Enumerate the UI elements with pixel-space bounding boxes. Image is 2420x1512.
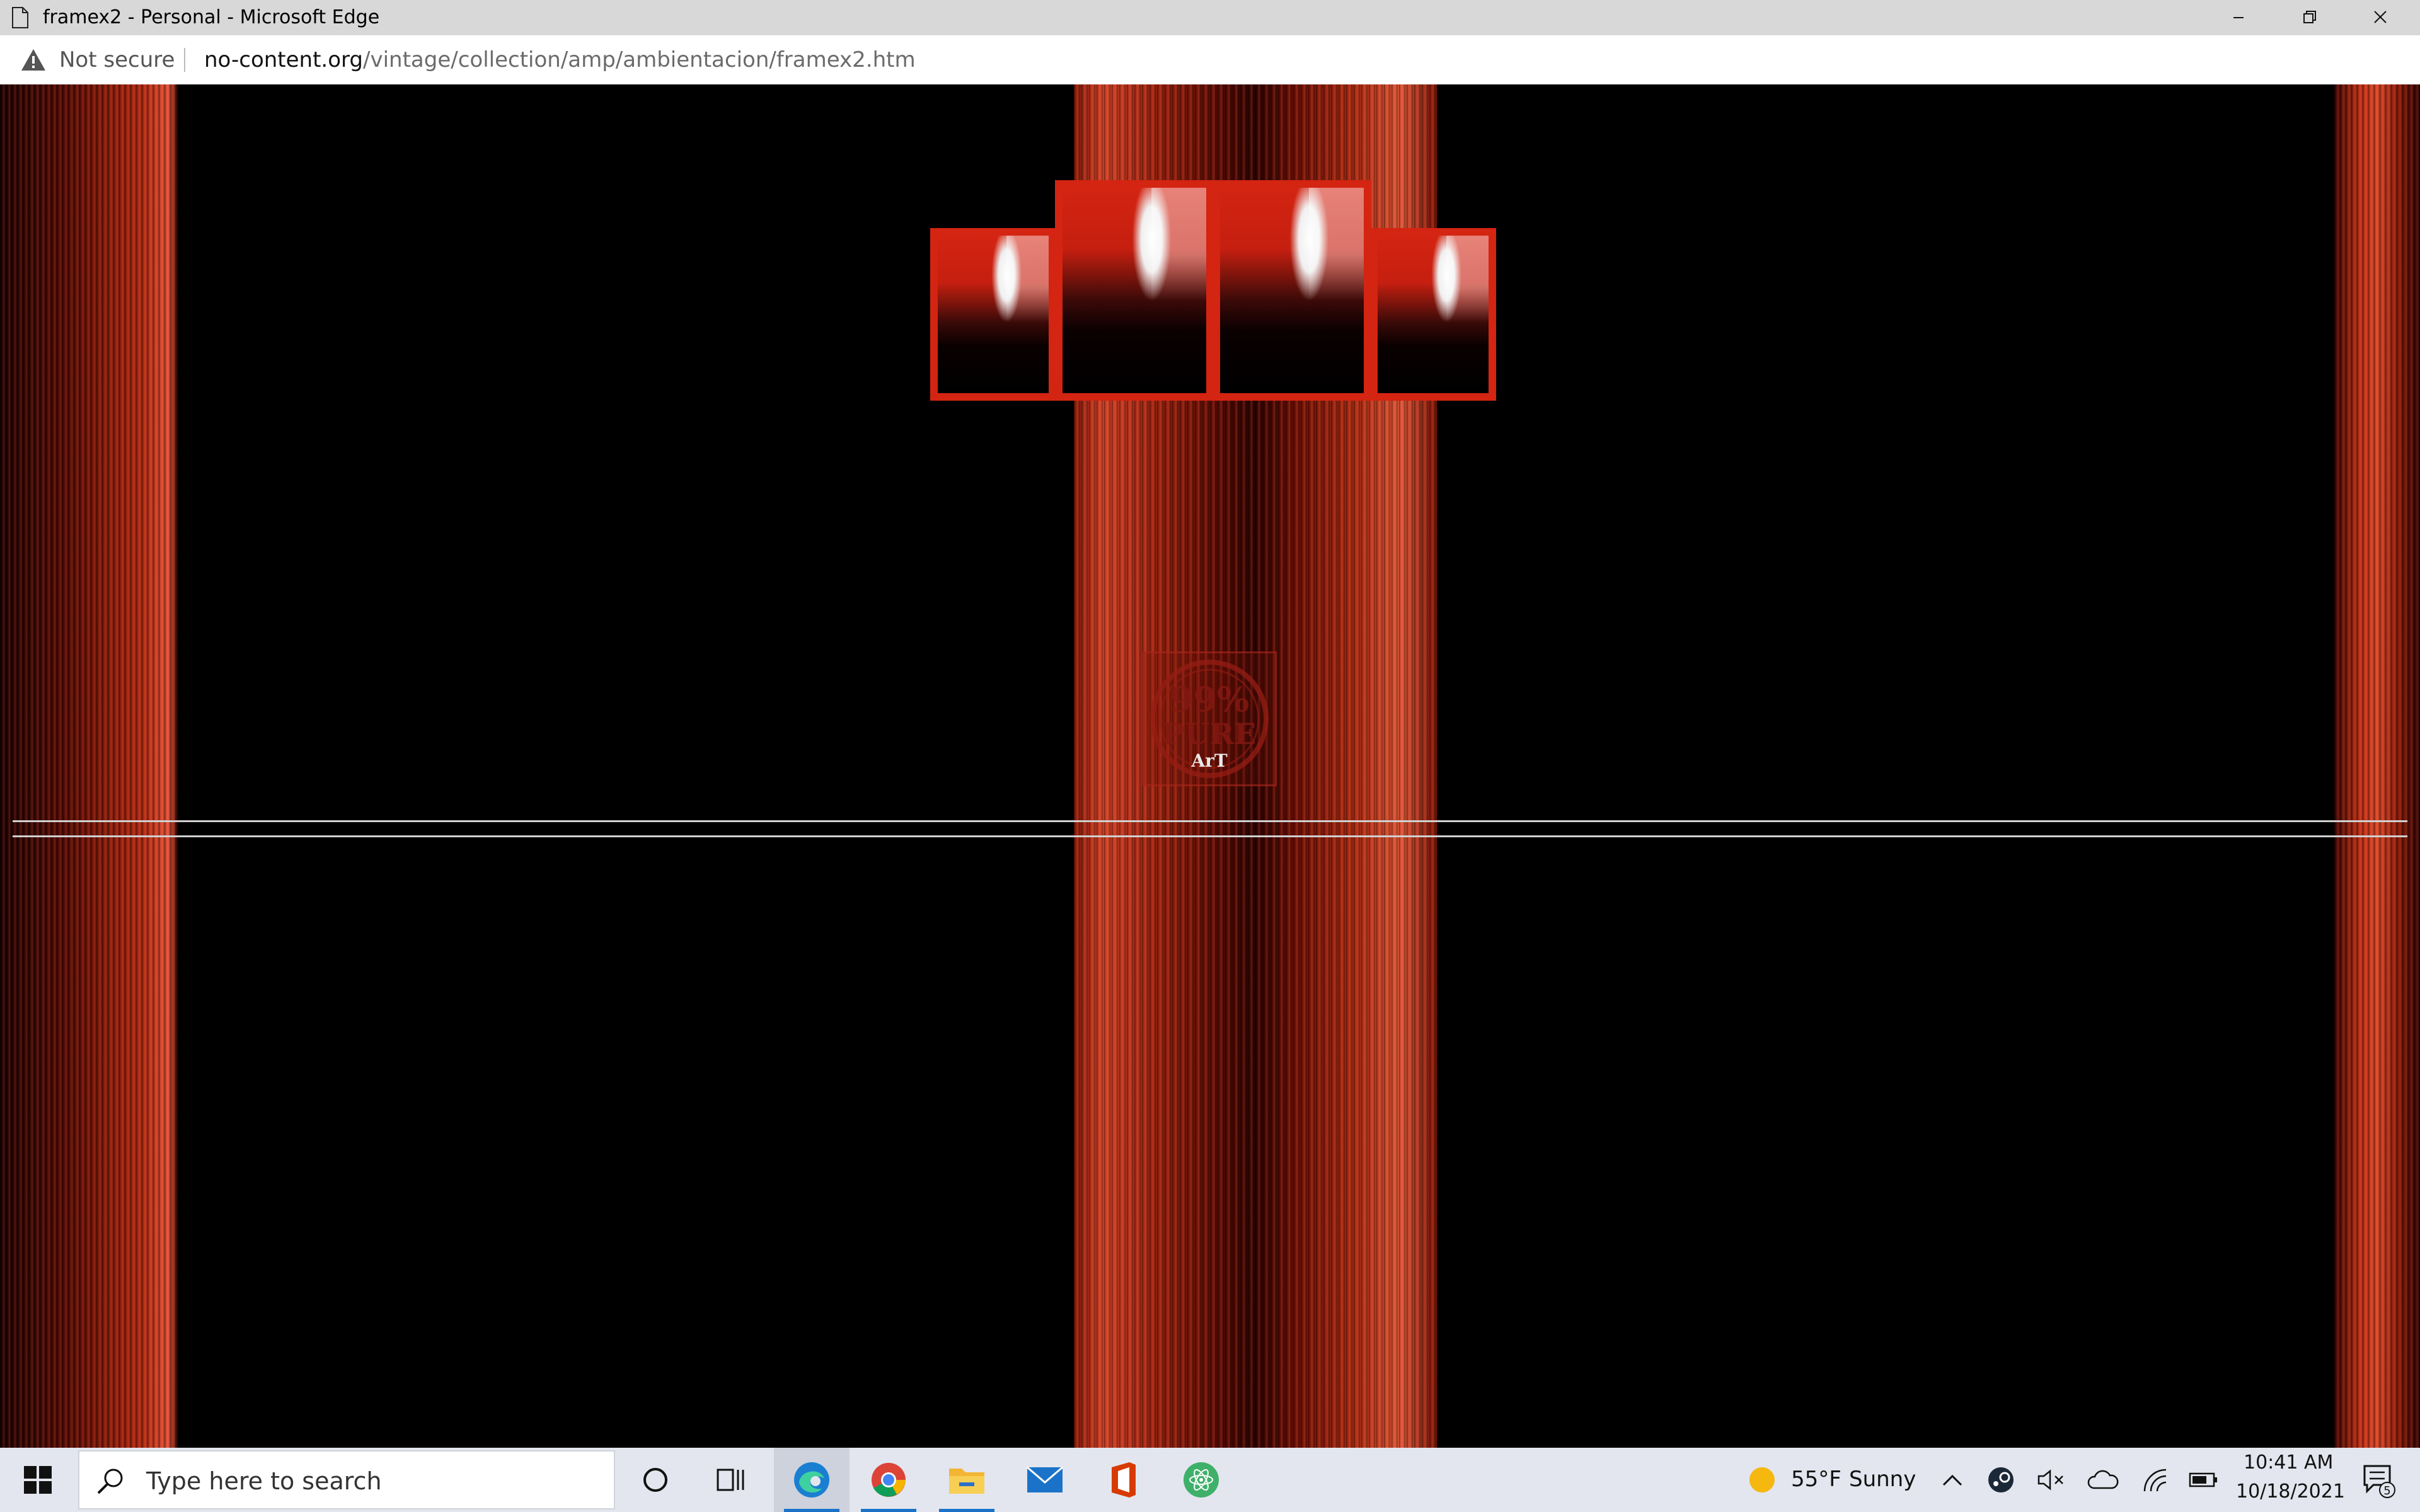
stamp-line2: PURE (1163, 717, 1256, 751)
tray-overflow-button[interactable] (1932, 1448, 1973, 1512)
curtain-left (0, 84, 178, 1448)
divider-line-1 (13, 820, 2407, 822)
taskbar-app-office[interactable] (1085, 1448, 1161, 1512)
wifi-icon (2143, 1469, 2167, 1492)
clock-date[interactable]: 10/18/2021 (2236, 1480, 2345, 1503)
taskbar-app-mail[interactable] (1007, 1448, 1083, 1512)
taskbar-search-box[interactable]: Type here to search (78, 1450, 615, 1509)
action-center-button[interactable]: 5 (2347, 1448, 2410, 1512)
chevron-up-icon (1942, 1474, 1962, 1486)
security-label[interactable]: Not secure (59, 47, 175, 73)
frame-image-2[interactable] (1055, 180, 1214, 401)
steam-icon (1988, 1467, 2014, 1492)
taskbar-app-atom[interactable] (1163, 1448, 1239, 1512)
clock-time[interactable]: 10:41 AM (2244, 1452, 2333, 1474)
stamp-line3: ArT (1190, 750, 1227, 771)
taskbar: Type here to search 55°F Sunny 10:41 AM … (0, 1448, 2420, 1512)
tray-onedrive[interactable] (2080, 1448, 2126, 1512)
stamp-line1: 99% (1170, 679, 1249, 719)
divider-line-2 (13, 835, 2407, 837)
minimize-icon (2233, 17, 2244, 18)
start-button[interactable] (0, 1448, 76, 1512)
close-icon (2374, 11, 2387, 23)
page-icon (12, 7, 28, 28)
tray-wifi[interactable] (2133, 1448, 2177, 1512)
volume-muted-icon (2037, 1469, 2063, 1491)
window-title: framex2 - Personal - Microsoft Edge (43, 6, 380, 28)
search-placeholder: Type here to search (146, 1467, 382, 1495)
restore-button[interactable] (2274, 0, 2344, 35)
url-field[interactable]: no-content.org/vintage/collection/amp/am… (204, 47, 916, 73)
minimize-button[interactable] (2203, 0, 2274, 35)
edge-icon (794, 1462, 829, 1498)
edge-active-indicator (784, 1509, 839, 1512)
atom-icon (1184, 1462, 1219, 1498)
tray-battery[interactable] (2182, 1448, 2226, 1512)
frame-image-4[interactable] (1370, 228, 1496, 401)
chrome-icon (872, 1463, 906, 1497)
weather-desc[interactable]: Sunny (1849, 1467, 1916, 1492)
taskbar-app-file-explorer[interactable] (929, 1448, 1005, 1512)
taskbar-app-edge[interactable] (774, 1448, 850, 1512)
frame-image-1[interactable] (930, 228, 1056, 401)
tray-steam[interactable] (1979, 1448, 2023, 1512)
restore-icon (2303, 11, 2316, 23)
office-icon (1112, 1462, 1136, 1498)
battery-icon (2189, 1472, 2217, 1487)
weather-widget[interactable] (1737, 1448, 1787, 1512)
warning-icon[interactable] (20, 48, 47, 72)
cortana-button[interactable] (618, 1448, 693, 1512)
taskbar-app-chrome[interactable] (851, 1448, 926, 1512)
search-icon (97, 1469, 123, 1494)
page-content: 99% PURE ArT (0, 84, 2420, 1448)
window-title-bar: framex2 - Personal - Microsoft Edge (0, 0, 2420, 35)
weather-temp[interactable]: 55°F (1791, 1467, 1841, 1492)
url-path: /vintage/collection/amp/ambientacion/fra… (363, 47, 916, 72)
cortana-icon (643, 1468, 667, 1492)
url-host: no-content.org (204, 47, 363, 72)
notification-icon: 5 (2363, 1465, 2395, 1498)
stamp-logo: 99% PURE ArT (1150, 660, 1269, 778)
address-bar[interactable]: Not secure no-content.org/vintage/collec… (0, 35, 2420, 85)
task-view-icon (717, 1469, 744, 1491)
mail-icon (1027, 1466, 1063, 1492)
folder-icon (949, 1469, 984, 1494)
close-button[interactable] (2344, 0, 2415, 35)
curtain-right (2334, 84, 2420, 1448)
task-view-button[interactable] (693, 1448, 769, 1512)
sun-icon (1749, 1467, 1775, 1492)
chrome-active-indicator (861, 1509, 916, 1512)
windows-icon (24, 1466, 52, 1494)
address-separator (184, 48, 185, 72)
tray-volume[interactable] (2029, 1448, 2073, 1512)
notification-count: 5 (2383, 1484, 2390, 1498)
cloud-icon (2087, 1470, 2119, 1489)
frame-image-3[interactable] (1213, 180, 1371, 401)
explorer-active-indicator (939, 1509, 994, 1512)
pure-art-stamp[interactable]: 99% PURE ArT (1142, 651, 1277, 786)
